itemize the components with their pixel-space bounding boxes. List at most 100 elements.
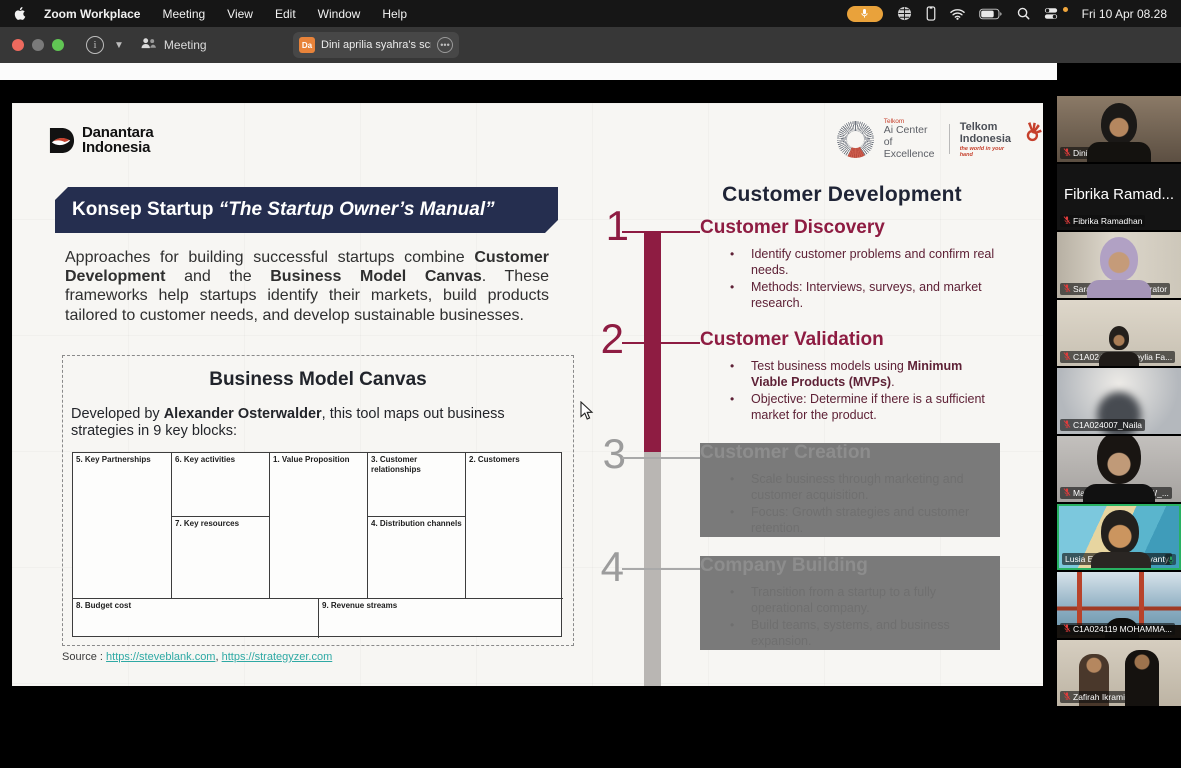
bmc-description: Developed by Alexander Osterwalder, this… xyxy=(71,406,541,440)
window-zoom-button[interactable] xyxy=(52,39,64,51)
participants-group-icon xyxy=(140,37,157,53)
timeline-number-4: 4 xyxy=(590,546,624,588)
participant-name: Zafirah Ikramiya xyxy=(1073,692,1134,702)
menu-view[interactable]: View xyxy=(227,7,253,21)
zoom-window-titlebar: i ▼ Meeting Da Dini aprilia syahra's scr… xyxy=(0,27,1181,63)
timeline-bullet: Methods: Interviews, surveys, and market… xyxy=(700,279,1000,311)
muted-mic-icon xyxy=(1063,284,1071,294)
window-meeting-label: Meeting xyxy=(164,38,207,52)
slide-title-quoted: “The Startup Owner’s Manual” xyxy=(219,199,495,220)
timeline-bullet: Objective: Determine if there is a suffi… xyxy=(700,391,1000,423)
menu-datetime[interactable]: Fri 10 Apr 08.28 xyxy=(1082,7,1167,21)
window-minimize-button[interactable] xyxy=(32,39,44,51)
shared-screen-thumbnail: Da xyxy=(299,37,315,53)
shared-screen-tab[interactable]: Da Dini aprilia syahra's screen ••• xyxy=(293,32,459,58)
muted-mic-icon xyxy=(1063,692,1071,702)
section-bullets: Identify customer problems and confirm r… xyxy=(700,246,1000,311)
participant-name: Fibrika Ramadhan xyxy=(1073,216,1142,226)
timeline-bullet: Identify customer problems and confirm r… xyxy=(700,246,1000,278)
muted-mic-icon xyxy=(1063,216,1071,226)
menu-window[interactable]: Window xyxy=(318,7,361,21)
menu-meeting[interactable]: Meeting xyxy=(162,7,205,21)
participant-name-label: Dini aprilia syahra xyxy=(1060,147,1144,160)
timeline-bullet: Scale business through marketing and cus… xyxy=(700,471,1000,503)
window-close-button[interactable] xyxy=(12,39,24,51)
customer-development-heading: Customer Development xyxy=(702,183,982,207)
telkom-line2: Indonesia xyxy=(960,133,1018,145)
participant-tile[interactable]: Sarah Amalia_Moderator xyxy=(1057,232,1181,298)
bmc-title: Business Model Canvas xyxy=(62,369,574,391)
section-title: Customer Validation xyxy=(700,330,1000,351)
active-mic-icon xyxy=(1165,554,1176,565)
phone-mirroring-icon[interactable] xyxy=(926,6,936,21)
participant-tile[interactable]: Zafirah Ikramiya xyxy=(1057,640,1181,706)
timeline-number-2: 2 xyxy=(590,318,624,360)
participant-tile[interactable]: C1A024119 MOHAMMA... xyxy=(1057,572,1181,638)
chevron-down-icon[interactable]: ▼ xyxy=(114,40,124,51)
participant-name-label: Margaretha Selvina W_... xyxy=(1060,487,1172,500)
section-bullets: Transition from a startup to a fully ope… xyxy=(700,584,1000,649)
shared-screen-tab-title: Dini aprilia syahra's screen xyxy=(321,39,431,51)
participant-tile[interactable]: Dini aprilia syahra xyxy=(1057,96,1181,162)
bmc-cell-customer-relationships: 3. Customer relationships xyxy=(367,453,465,516)
timeline-bullet: Test business models using Minimum Viabl… xyxy=(700,358,1000,390)
spotlight-search-icon[interactable] xyxy=(1017,7,1030,20)
participant-tile[interactable]: Margaretha Selvina W_... xyxy=(1057,436,1181,502)
bmc-cell-key-partnerships: 5. Key Partnerships xyxy=(73,453,171,598)
participant-name: C1A024119 MOHAMMA... xyxy=(1073,624,1172,634)
timeline-number-3: 3 xyxy=(592,433,626,475)
bmc-cell-customers: 2. Customers xyxy=(465,453,563,598)
muted-mic-icon xyxy=(1063,420,1071,430)
source-link-strategyzer[interactable]: https://strategyzer.com xyxy=(222,651,333,663)
participant-name: Lusia Elsa Dika Damayanty xyxy=(1065,554,1169,564)
danantara-logo-line2: Indonesia xyxy=(82,140,154,155)
battery-icon[interactable] xyxy=(979,8,1003,20)
section-bullets: Test business models using Minimum Viabl… xyxy=(700,358,1000,423)
logo-divider xyxy=(949,124,950,154)
participant-tile[interactable]: Lusia Elsa Dika Damayanty xyxy=(1057,504,1181,570)
telkom-tagline: the world in your hand xyxy=(960,146,1018,158)
participant-display-name: Fibrika Ramad... xyxy=(1057,186,1181,203)
menu-help[interactable]: Help xyxy=(382,7,407,21)
participant-name-label: Zafirah Ikramiya xyxy=(1060,691,1137,704)
timeline-bullet: Focus: Growth strategies and customer re… xyxy=(700,504,1000,536)
participant-tile[interactable]: C1A024057_Ameylia Fa... xyxy=(1057,300,1181,366)
participant-strip: Dini aprilia syahraFibrika Ramad...Fibri… xyxy=(1057,96,1181,708)
menu-edit[interactable]: Edit xyxy=(275,7,296,21)
timeline-bullet: Transition from a startup to a fully ope… xyxy=(700,584,1000,616)
zoom-mic-status-icon[interactable] xyxy=(847,6,883,22)
participant-name: Margaretha Selvina W_... xyxy=(1073,488,1169,498)
coe-line2: Excellence xyxy=(884,149,939,161)
participant-name-label: Lusia Elsa Dika Damayanty xyxy=(1062,553,1172,566)
timeline-connector-4 xyxy=(622,568,700,570)
participant-name: C1A024007_Naila xyxy=(1073,420,1142,430)
muted-mic-icon xyxy=(1063,624,1071,634)
timeline-number-1: 1 xyxy=(595,205,629,247)
meeting-info-icon[interactable]: i xyxy=(86,36,104,54)
source-label: Source : xyxy=(62,651,103,663)
telkom-hand-icon xyxy=(1021,121,1043,143)
section-title: Customer Creation xyxy=(700,443,1000,464)
apple-icon[interactable] xyxy=(14,6,28,22)
bmc-cell-value-proposition: 1. Value Proposition xyxy=(269,453,367,598)
wifi-icon[interactable] xyxy=(950,8,965,20)
screen: Zoom Workplace Meeting View Edit Window … xyxy=(0,0,1181,768)
participant-tile[interactable]: C1A024007_Naila xyxy=(1057,368,1181,434)
section-company-building: Company Building Transition from a start… xyxy=(700,556,1000,650)
timeline-bullet: Build teams, systems, and business expan… xyxy=(700,617,1000,649)
menu-app-name[interactable]: Zoom Workplace xyxy=(44,7,140,21)
input-source-icon[interactable] xyxy=(897,6,912,21)
coe-line1: Ai Center of xyxy=(884,125,939,149)
danantara-logo-line1: Danantara xyxy=(82,125,154,140)
intro-paragraph: Approaches for building successful start… xyxy=(65,248,549,325)
source-link-steveblank[interactable]: https://steveblank.com xyxy=(106,651,215,663)
muted-mic-icon xyxy=(1063,488,1071,498)
participant-name: Dini aprilia syahra xyxy=(1073,148,1141,158)
control-center-icon[interactable] xyxy=(1044,7,1058,20)
bmc-table: 5. Key Partnerships 6. Key activities 7.… xyxy=(72,452,562,637)
participant-name-label: C1A024119 MOHAMMA... xyxy=(1060,623,1175,636)
tab-options-icon[interactable]: ••• xyxy=(437,37,453,53)
slide-title-banner: Konsep Startup “The Startup Owner’s Manu… xyxy=(55,187,558,233)
participant-tile[interactable]: Fibrika Ramad... Fibrika Ramadhan xyxy=(1057,164,1181,230)
bmc-cell-key-resources: 7. Key resources xyxy=(171,516,269,598)
